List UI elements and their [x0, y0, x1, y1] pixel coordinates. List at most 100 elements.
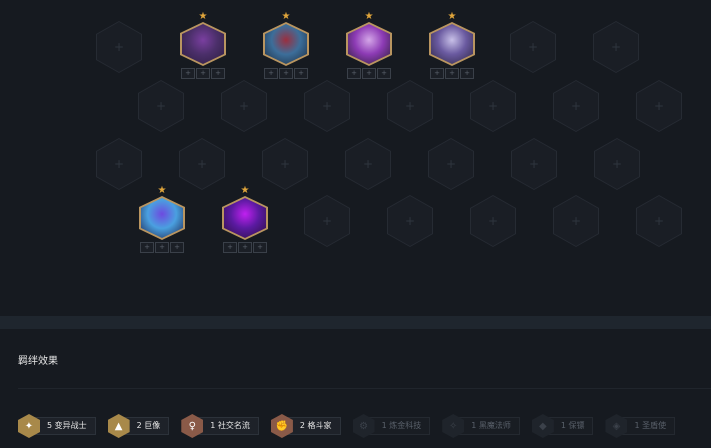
trait-label: 1 社交名流: [197, 417, 259, 435]
empty-hex-slot[interactable]: +: [553, 80, 599, 132]
empty-hex-slot[interactable]: +: [510, 21, 556, 73]
add-icon: +: [471, 81, 515, 131]
empty-hex-slot[interactable]: +: [594, 138, 640, 190]
trait-label: 1 保镖: [547, 417, 594, 435]
add-icon: +: [511, 22, 555, 72]
champion-unit[interactable]: ★ + + +: [345, 12, 393, 79]
item-slot[interactable]: +: [170, 242, 184, 253]
empty-hex-slot[interactable]: +: [636, 80, 682, 132]
champion-portrait: [348, 24, 390, 64]
star-icon: ★: [281, 11, 291, 22]
add-icon: +: [222, 81, 266, 131]
trait-badge[interactable]: ⚙ 1 炼金科技: [352, 414, 431, 438]
add-icon: +: [139, 81, 183, 131]
trait-label: 2 巨像: [123, 417, 170, 435]
add-icon: +: [637, 81, 681, 131]
champion-frame: [139, 196, 185, 240]
add-icon: +: [429, 139, 473, 189]
champion-frame: [263, 22, 309, 66]
item-slot[interactable]: +: [253, 242, 267, 253]
champion-unit[interactable]: ★ + + +: [221, 186, 269, 253]
item-slot[interactable]: +: [377, 68, 391, 79]
champion-portrait: [431, 24, 473, 64]
item-slot[interactable]: +: [430, 68, 444, 79]
star-icon: ★: [157, 185, 167, 196]
item-slot[interactable]: +: [196, 68, 210, 79]
trait-label: 5 变异战士: [34, 417, 96, 435]
empty-hex-slot[interactable]: +: [179, 138, 225, 190]
add-icon: +: [263, 139, 307, 189]
trait-label: 1 炼金科技: [368, 417, 431, 435]
item-slots: + + +: [140, 242, 184, 253]
empty-hex-slot[interactable]: +: [636, 195, 682, 247]
bonds-separator: [18, 388, 711, 389]
empty-hex-slot[interactable]: +: [304, 80, 350, 132]
empty-hex-slot[interactable]: +: [470, 80, 516, 132]
add-icon: +: [471, 196, 515, 246]
trait-badge[interactable]: ♀ 1 社交名流: [181, 414, 259, 438]
trait-badge[interactable]: ▲ 2 巨像: [107, 414, 170, 438]
champion-portrait: [141, 198, 183, 238]
item-slots: + + +: [347, 68, 391, 79]
add-icon: +: [595, 139, 639, 189]
champion-frame: [180, 22, 226, 66]
empty-hex-slot[interactable]: +: [470, 195, 516, 247]
empty-hex-slot[interactable]: +: [387, 80, 433, 132]
item-slot[interactable]: +: [181, 68, 195, 79]
trait-label: 2 格斗家: [286, 417, 341, 435]
star-icon: ★: [198, 11, 208, 22]
item-slots: + + +: [223, 242, 267, 253]
add-icon: +: [637, 196, 681, 246]
item-slot[interactable]: +: [264, 68, 278, 79]
empty-hex-slot[interactable]: +: [345, 138, 391, 190]
empty-hex-slot[interactable]: +: [428, 138, 474, 190]
item-slot[interactable]: +: [140, 242, 154, 253]
item-slot[interactable]: +: [347, 68, 361, 79]
add-icon: +: [554, 81, 598, 131]
item-slot[interactable]: +: [223, 242, 237, 253]
item-slot[interactable]: +: [238, 242, 252, 253]
champion-frame: [429, 22, 475, 66]
empty-hex-slot[interactable]: +: [511, 138, 557, 190]
add-icon: +: [512, 139, 556, 189]
item-slot[interactable]: +: [155, 242, 169, 253]
champion-unit[interactable]: ★ + + +: [262, 11, 310, 79]
add-icon: +: [346, 139, 390, 189]
empty-hex-slot[interactable]: +: [304, 195, 350, 247]
item-slot[interactable]: +: [460, 68, 474, 79]
trait-label: 1 黑魔法师: [458, 417, 520, 435]
trait-badge[interactable]: ✧ 1 黑魔法师: [442, 414, 520, 438]
item-slot[interactable]: +: [294, 68, 308, 79]
champion-unit[interactable]: ★ + + +: [428, 11, 476, 79]
champion-frame: [222, 196, 268, 240]
trait-badge[interactable]: ◆ 1 保镖: [531, 414, 594, 438]
champion-frame: [346, 22, 392, 66]
champion-unit[interactable]: ★ + + +: [138, 185, 186, 253]
section-divider: [0, 316, 711, 329]
champion-portrait: [265, 24, 307, 64]
empty-hex-slot[interactable]: +: [96, 138, 142, 190]
empty-hex-slot[interactable]: +: [593, 21, 639, 73]
trait-badge[interactable]: ◈ 1 圣盾使: [605, 414, 676, 438]
add-icon: +: [97, 139, 141, 189]
item-slot[interactable]: +: [279, 68, 293, 79]
item-slot[interactable]: +: [211, 68, 225, 79]
empty-hex-slot[interactable]: +: [96, 21, 142, 73]
empty-hex-slot[interactable]: +: [138, 80, 184, 132]
empty-hex-slot[interactable]: +: [221, 80, 267, 132]
item-slot[interactable]: +: [445, 68, 459, 79]
item-slot[interactable]: +: [362, 68, 376, 79]
empty-hex-slot[interactable]: +: [553, 195, 599, 247]
add-icon: +: [305, 196, 349, 246]
empty-hex-slot[interactable]: +: [262, 138, 308, 190]
champion-portrait: [182, 24, 224, 64]
trait-badge[interactable]: ✊ 2 格斗家: [270, 414, 341, 438]
add-icon: +: [554, 196, 598, 246]
star-icon: ★: [447, 11, 457, 22]
empty-hex-slot[interactable]: +: [387, 195, 433, 247]
champion-unit[interactable]: ★ + + +: [179, 11, 227, 79]
add-icon: +: [388, 81, 432, 131]
trait-badge[interactable]: ✦ 5 变异战士: [18, 414, 96, 438]
add-icon: +: [594, 22, 638, 72]
item-slots: + + +: [264, 68, 308, 79]
